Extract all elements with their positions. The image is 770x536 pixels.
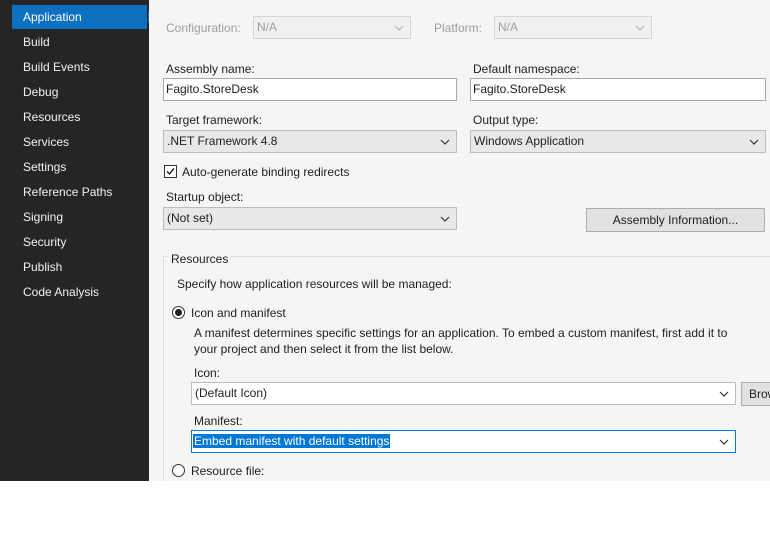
browse-button[interactable]: Browse... [741,382,770,406]
chevron-down-icon [719,391,729,397]
binding-redirects-label[interactable]: Auto-generate binding redirects [182,165,349,179]
chevron-down-icon [749,139,759,145]
icon-manifest-label[interactable]: Icon and manifest [191,306,286,320]
assembly-name-label: Assembly name: [166,62,255,76]
project-properties-window: Application Build Build Events Debug Res… [0,0,770,481]
assembly-name-input[interactable] [166,82,416,96]
sidebar-item-reference-paths[interactable]: Reference Paths [12,180,147,204]
icon-manifest-radio[interactable] [172,306,185,319]
sidebar-item-publish[interactable]: Publish [12,255,147,279]
manifest-value: Embed manifest with default settings [193,434,391,448]
output-type-value: Windows Application [474,134,585,148]
chevron-down-icon [635,25,645,31]
icon-label: Icon: [194,366,221,380]
checkmark-icon [166,168,175,176]
resource-file-radio[interactable] [172,464,185,477]
output-type-label: Output type: [473,113,539,127]
sidebar-item-resources[interactable]: Resources [12,105,147,129]
default-namespace-field[interactable] [470,78,766,101]
platform-value: N/A [498,20,519,34]
startup-object-dropdown[interactable]: (Not set) [163,207,457,230]
target-framework-dropdown[interactable]: .NET Framework 4.8 [163,130,457,153]
configuration-value: N/A [257,20,278,34]
resource-file-label[interactable]: Resource file: [191,464,264,478]
configuration-dropdown[interactable]: N/A [253,16,411,39]
sidebar-item-debug[interactable]: Debug [12,80,147,104]
icon-value: (Default Icon) [195,386,268,400]
sidebar: Application Build Build Events Debug Res… [0,0,155,481]
startup-object-label: Startup object: [166,190,244,204]
chevron-down-icon [440,139,450,145]
icon-manifest-help-line1: A manifest determines specific settings … [194,326,728,340]
target-framework-value: .NET Framework 4.8 [167,134,278,148]
sidebar-item-settings[interactable]: Settings [12,155,147,179]
sidebar-item-build-events[interactable]: Build Events [12,55,147,79]
sidebar-item-services[interactable]: Services [12,130,147,154]
manifest-dropdown[interactable]: Embed manifest with default settings [191,430,736,453]
resources-description: Specify how application resources will b… [177,277,452,291]
default-namespace-label: Default namespace: [473,62,580,76]
assembly-name-field[interactable] [163,78,457,101]
platform-label: Platform: [434,21,483,35]
chevron-down-icon [440,216,450,222]
output-type-dropdown[interactable]: Windows Application [470,130,766,153]
configuration-label: Configuration: [166,21,241,35]
platform-dropdown[interactable]: N/A [494,16,652,39]
startup-object-value: (Not set) [167,211,214,225]
sidebar-item-build[interactable]: Build [12,30,147,54]
icon-manifest-help-line2: your project and then select it from the… [194,342,454,356]
default-namespace-input[interactable] [473,82,723,96]
sidebar-item-security[interactable]: Security [12,230,147,254]
assembly-information-button[interactable]: Assembly Information... [586,208,765,232]
binding-redirects-checkbox[interactable] [164,165,177,178]
chevron-down-icon [394,25,404,31]
sidebar-item-application[interactable]: Application [12,5,155,29]
manifest-label: Manifest: [194,414,243,428]
icon-dropdown[interactable]: (Default Icon) [191,382,736,405]
chevron-down-icon [719,439,729,445]
resources-group-title: Resources [168,252,232,266]
target-framework-label: Target framework: [166,113,263,127]
sidebar-item-code-analysis[interactable]: Code Analysis [12,280,147,304]
sidebar-item-signing[interactable]: Signing [12,205,147,229]
